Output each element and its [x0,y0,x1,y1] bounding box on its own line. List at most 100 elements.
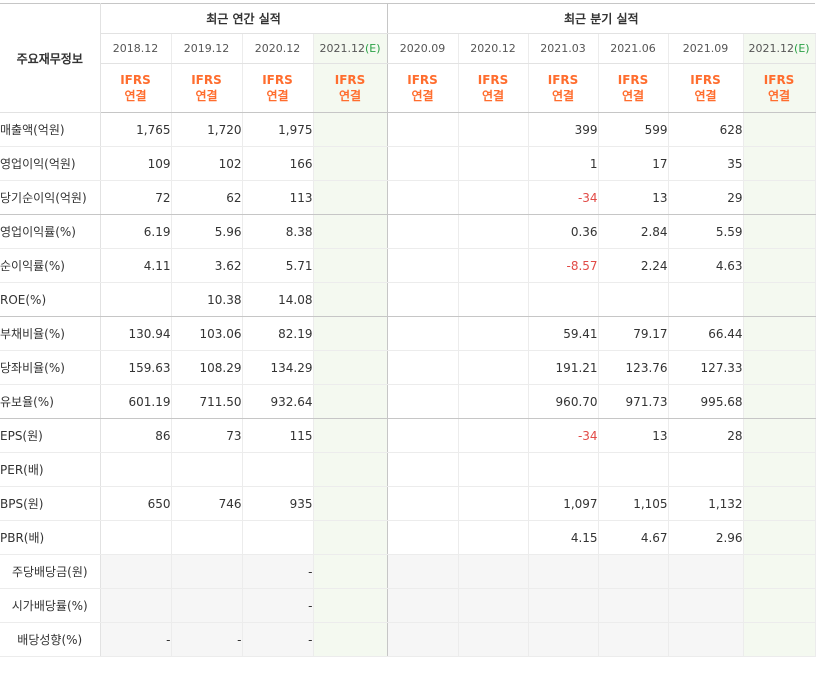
table-cell: 4.67 [598,520,669,555]
period-header: 2021.12(E) [743,33,816,64]
table-cell [743,452,816,487]
table-cell [743,350,816,385]
period-label: 2021.09 [682,42,729,55]
table-cell [313,622,388,657]
consolidated-label: 연결 [195,89,218,103]
period-label: 2021.03 [540,42,586,55]
consolidated-label: 연결 [124,89,147,103]
table-cell [668,554,744,589]
table-cell [458,486,529,521]
table-cell [313,180,388,215]
annual-results-header: 최근 연간 실적 [100,3,388,34]
table-cell [743,418,816,453]
row-label: 유보율(%) [0,384,101,419]
accounting-standard-header: IFRS 연결 [313,63,388,113]
table-row: PER(배) [0,452,816,487]
table-cell [387,384,459,419]
ifrs-label: IFRS [407,73,438,87]
table-cell [598,282,669,317]
accounting-standard-header: IFRS 연결 [598,63,669,113]
consolidated-label: 연결 [411,89,434,103]
table-cell: 1,720 [171,112,243,147]
table-cell [458,350,529,385]
table-cell [528,588,599,623]
table-cell: 35 [668,146,744,181]
row-label: ROE(%) [0,282,101,317]
ifrs-label: IFRS [763,73,795,87]
accounting-standard-header: IFRS 연결 [387,63,459,113]
table-cell [100,520,172,555]
table-cell [387,622,459,657]
table-row: 당좌비율(%) 159.63 108.29 134.29 191.21 123.76 127… [0,350,816,385]
ifrs-label: IFRS [191,73,222,87]
table-cell: 123.76 [598,350,669,385]
table-cell: 8.38 [242,214,314,249]
period-header: 2020.09 [387,33,459,64]
table-cell [743,112,816,147]
row-label: PBR(배) [0,520,101,555]
period-header: 2021.09 [668,33,744,64]
table-cell [387,248,459,283]
table-cell: 130.94 [100,316,172,351]
table-cell [598,588,669,623]
table-cell: 14.08 [242,282,314,317]
table-cell: 134.29 [242,350,314,385]
table-cell: - [100,622,172,657]
table-cell [171,520,243,555]
table-cell [668,622,744,657]
table-cell [313,248,388,283]
period-label: 2020.12 [470,42,516,55]
table-cell [668,588,744,623]
table-cell: 102 [171,146,243,181]
table-cell [387,418,459,453]
period-label: 2021.06 [610,42,656,55]
table-cell: - [242,588,314,623]
table-corner-label: 주요재무정보 [0,3,101,113]
table-cell [313,146,388,181]
table-cell [171,588,243,623]
table-cell: 2.84 [598,214,669,249]
estimate-mark: (E) [794,42,810,55]
accounting-standard-header: IFRS 연결 [743,63,816,113]
table-cell [743,486,816,521]
table-cell [458,214,529,249]
table-cell: 13 [598,418,669,453]
accounting-standard-header: IFRS 연결 [528,63,599,113]
consolidated-label: 연결 [622,89,645,103]
table-cell [458,520,529,555]
table-cell: 4.15 [528,520,599,555]
table-cell: -34 [528,418,599,453]
table-cell: 66.44 [668,316,744,351]
table-cell: 4.63 [668,248,744,283]
consolidated-label: 연결 [552,89,575,103]
table-cell: - [242,622,314,657]
table-cell [242,520,314,555]
table-cell [387,112,459,147]
row-label: 순이익률(%) [0,248,101,283]
table-cell [598,554,669,589]
table-cell: 995.68 [668,384,744,419]
table-cell: 399 [528,112,599,147]
table-cell [743,520,816,555]
ifrs-label: IFRS [120,73,151,87]
period-label: 2021.12 [748,42,795,55]
table-row: 시가배당률(%) - [0,588,816,623]
table-cell [100,554,172,589]
table-cell: 650 [100,486,172,521]
accounting-standard-header: IFRS 연결 [458,63,529,113]
table-cell [387,350,459,385]
row-label: 당기순이익(억원) [0,180,101,215]
row-label: BPS(원) [0,486,101,521]
period-header: 2018.12 [100,33,172,64]
table-cell: 628 [668,112,744,147]
table-cell [387,146,459,181]
table-cell: 115 [242,418,314,453]
table-cell [458,554,529,589]
table-cell [743,180,816,215]
row-label: 영업이익률(%) [0,214,101,249]
table-cell: 5.59 [668,214,744,249]
table-cell: 2.96 [668,520,744,555]
table-cell: - [171,622,243,657]
table-cell: 601.19 [100,384,172,419]
table-cell [313,316,388,351]
